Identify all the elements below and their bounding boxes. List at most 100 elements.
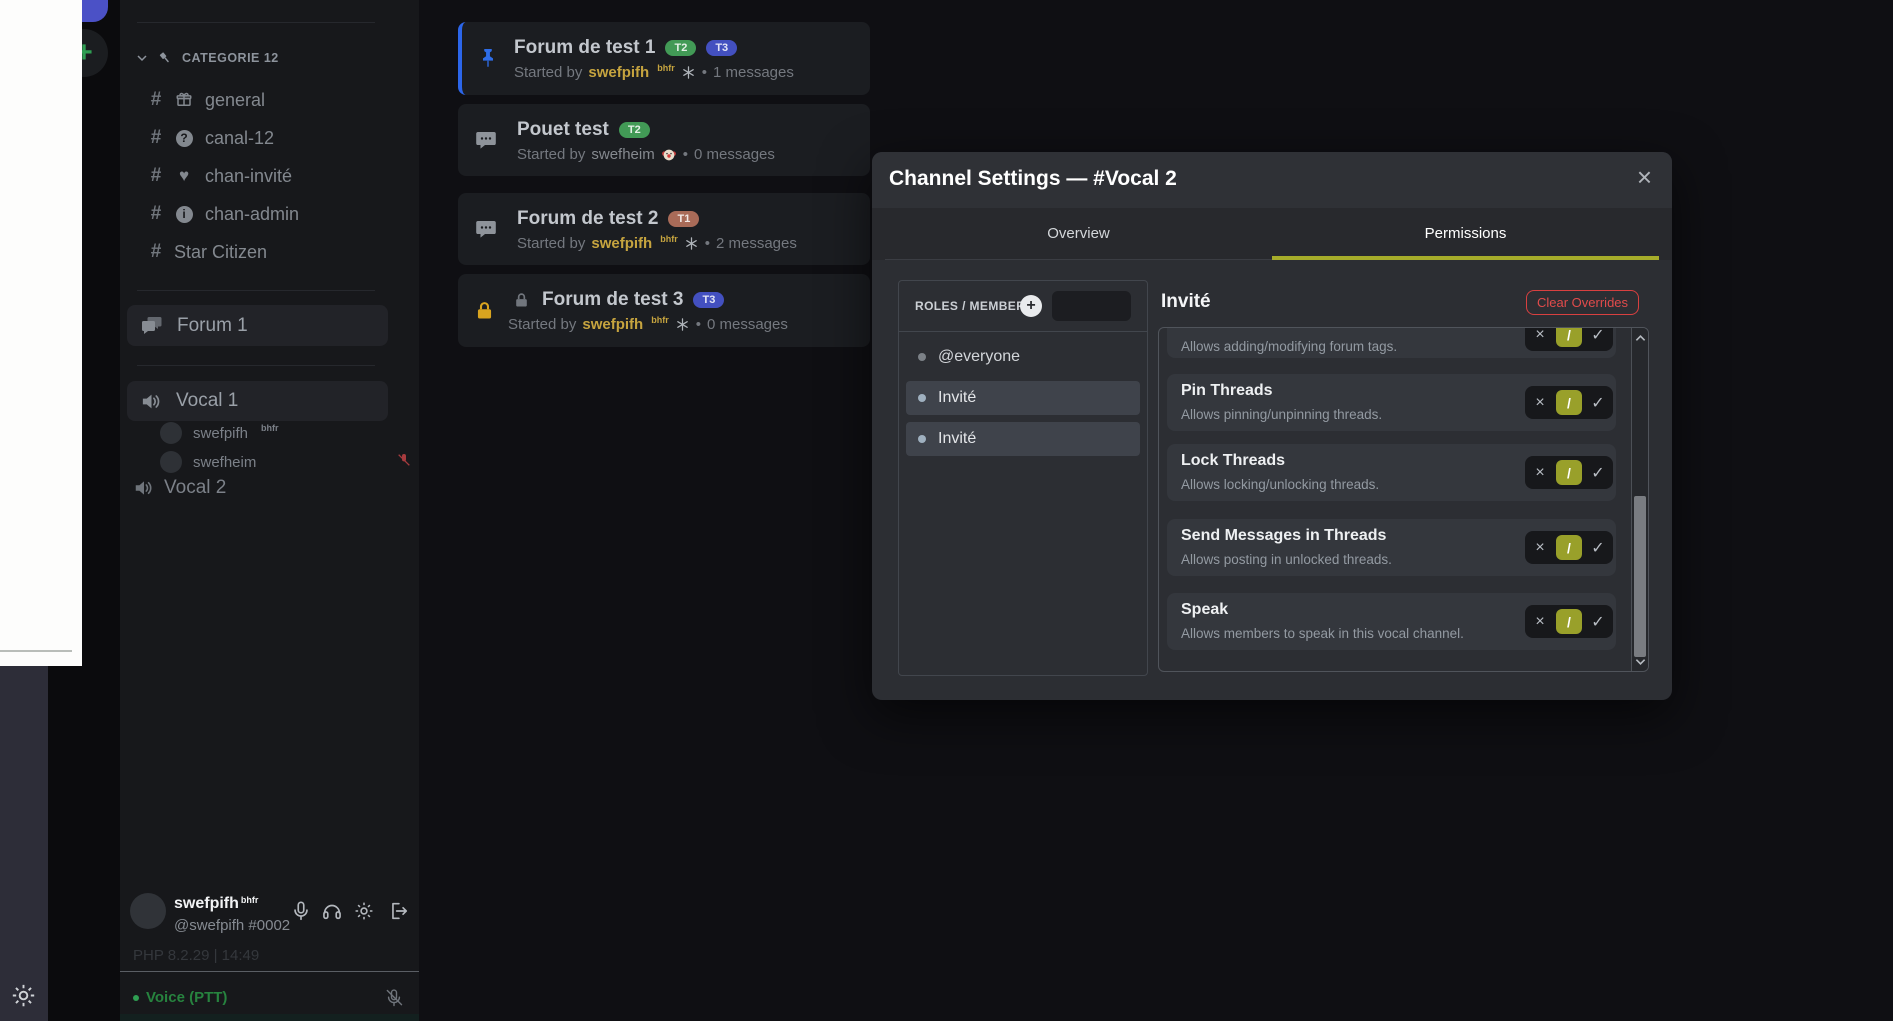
voice-status-dot <box>133 995 139 1001</box>
deny-button[interactable]: × <box>1525 328 1555 344</box>
channel-general[interactable]: # general <box>149 87 265 113</box>
user-badge: bhfr <box>241 895 259 905</box>
thread-card-forum-de-test-3[interactable]: Forum de test 3 T3 Started by swefpifhbh… <box>458 274 870 347</box>
photo-frame-line <box>0 650 72 652</box>
channel-star-citizen[interactable]: # Star Citizen <box>149 239 267 265</box>
headphones-icon[interactable] <box>321 900 343 922</box>
clear-overrides-button[interactable]: Clear Overrides <box>1526 290 1639 315</box>
channel-sidebar: CATEGORIE 12 # general # ? canal-12 # ♥ <box>120 0 419 1021</box>
voice-user-swefheim[interactable]: swefheim <box>160 451 256 473</box>
channel-chan-admin[interactable]: # i chan-admin <box>149 201 299 227</box>
chat-bubble-icon <box>474 128 498 152</box>
voice-user-swefpifh[interactable]: swefpifh bhfr <box>160 422 279 444</box>
tab-permissions[interactable]: Permissions <box>1272 208 1659 259</box>
hash-icon: # <box>149 241 163 263</box>
permission-description: Allows adding/modifying forum tags. <box>1181 339 1397 354</box>
role-label: Invité <box>938 430 976 448</box>
bullet: • <box>696 316 701 333</box>
tab-label: Overview <box>1047 225 1110 242</box>
channel-label: Star Citizen <box>174 242 267 263</box>
scrollbar-thumb[interactable] <box>1634 496 1646 657</box>
deny-button[interactable]: × <box>1525 464 1555 482</box>
roles-panel-header: ROLES / MEMBERS + <box>899 281 1147 332</box>
scroll-up-icon[interactable] <box>1632 330 1648 345</box>
avatar <box>160 451 182 473</box>
vocal1-channel[interactable]: Vocal 1 <box>127 381 388 421</box>
permission-description: Allows locking/unlocking threads. <box>1181 477 1379 492</box>
role-item-invite-1[interactable]: Invité <box>906 381 1140 415</box>
add-role-button[interactable]: + <box>1020 295 1042 317</box>
hash-icon: # <box>149 89 163 111</box>
starter-badge: bhfr <box>651 315 669 325</box>
logout-icon[interactable] <box>387 900 409 922</box>
started-by-label: Started by <box>514 64 582 81</box>
thread-starter: swefpifh <box>591 235 652 252</box>
scrollbar[interactable] <box>1631 328 1648 671</box>
close-icon[interactable]: × <box>1637 164 1652 190</box>
thread-starter: swefpifh <box>588 64 649 81</box>
thread-card-pouet-test[interactable]: Pouet test T2 Started by swefheim • 0 me… <box>458 104 870 176</box>
role-dot <box>918 435 926 443</box>
channel-label: chan-invité <box>205 166 292 187</box>
permissions-scroll-area: Allows adding/modifying forum tags. × / … <box>1158 327 1649 672</box>
allow-button[interactable]: ✓ <box>1583 463 1613 483</box>
settings-gear-icon[interactable] <box>10 982 37 1009</box>
build-info: PHP 8.2.29 | 14:49 <box>133 947 259 964</box>
channel-label: general <box>205 90 265 111</box>
allow-button[interactable]: ✓ <box>1583 393 1613 413</box>
forum-channel[interactable]: Forum 1 <box>127 305 388 346</box>
vocal2-channel[interactable]: Vocal 2 <box>133 477 226 499</box>
flower-icon <box>681 65 696 80</box>
thread-card-forum-de-test-2[interactable]: Forum de test 2 T1 Started by swefpifhbh… <box>458 193 870 265</box>
channel-canal-12[interactable]: # ? canal-12 <box>149 125 274 151</box>
role-dot <box>918 394 926 402</box>
clown-icon <box>661 147 677 163</box>
hash-icon: # <box>149 165 163 187</box>
roles-header-box[interactable] <box>1052 291 1131 321</box>
deny-button[interactable]: × <box>1525 539 1555 557</box>
deny-button[interactable]: × <box>1525 394 1555 412</box>
vocal1-label: Vocal 1 <box>176 390 238 412</box>
speaker-icon <box>133 477 155 499</box>
channel-chan-invite[interactable]: # ♥ chan-invité <box>149 163 292 189</box>
thread-meta: 0 messages <box>707 316 788 333</box>
muted-mic-icon <box>396 452 412 468</box>
divider <box>120 971 419 972</box>
category-label: CATEGORIE 12 <box>182 51 279 65</box>
hash-icon: # <box>149 203 163 225</box>
allow-button[interactable]: ✓ <box>1583 612 1613 632</box>
photo-window <box>0 0 82 666</box>
bullet: • <box>683 146 688 163</box>
neutral-button[interactable]: / <box>1556 460 1582 485</box>
neutral-button[interactable]: / <box>1556 328 1582 347</box>
permission-toggle: × / ✓ <box>1525 386 1613 419</box>
user-settings-gear-icon[interactable] <box>353 900 375 922</box>
deny-button[interactable]: × <box>1525 613 1555 631</box>
thread-card-forum-de-test-1[interactable]: Forum de test 1 T2 T3 Started by swefpif… <box>458 22 870 95</box>
neutral-button[interactable]: / <box>1556 609 1582 634</box>
role-item-everyone[interactable]: @everyone <box>906 340 1140 374</box>
channel-label: chan-admin <box>205 204 299 225</box>
tab-overview[interactable]: Overview <box>885 208 1272 259</box>
category-row[interactable]: CATEGORIE 12 <box>136 50 279 66</box>
roles-header-label: ROLES / MEMBERS <box>915 299 1034 313</box>
neutral-button[interactable]: / <box>1556 390 1582 415</box>
mic-icon[interactable] <box>290 900 312 922</box>
allow-button[interactable]: ✓ <box>1583 328 1613 345</box>
role-item-invite-2[interactable]: Invité <box>906 422 1140 456</box>
mic-off-icon[interactable] <box>384 988 404 1008</box>
permission-description: Allows members to speak in this vocal ch… <box>1181 626 1464 641</box>
thread-title: Forum de test 2 <box>517 208 658 230</box>
allow-button[interactable]: ✓ <box>1583 538 1613 558</box>
started-by-label: Started by <box>508 316 576 333</box>
scroll-down-icon[interactable] <box>1632 654 1648 669</box>
user-avatar[interactable] <box>130 893 166 929</box>
started-by-label: Started by <box>517 235 585 252</box>
chevron-down-icon <box>136 52 148 64</box>
permission-row-speak: Speak Allows members to speak in this vo… <box>1167 593 1616 650</box>
permission-title: Pin Threads <box>1181 382 1273 400</box>
modal-tabs: Overview Permissions <box>885 208 1659 260</box>
voice-user-name: swefheim <box>193 454 256 471</box>
speaker-icon <box>140 390 163 413</box>
neutral-button[interactable]: / <box>1556 535 1582 560</box>
